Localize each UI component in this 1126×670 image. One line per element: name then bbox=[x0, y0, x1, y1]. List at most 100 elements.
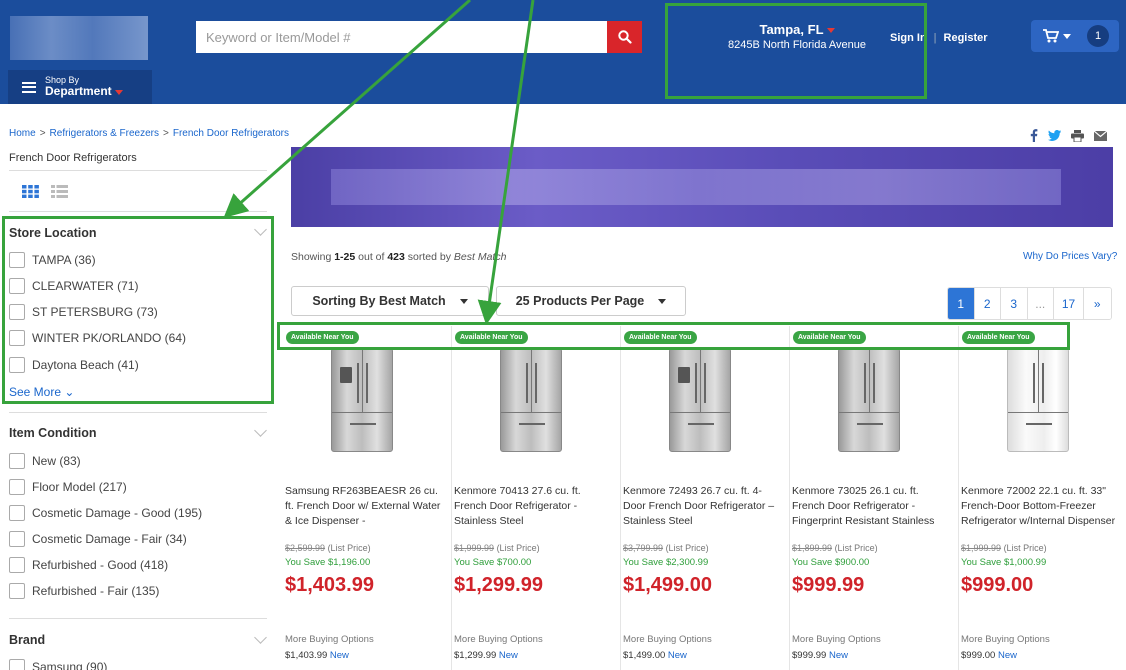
checkbox[interactable] bbox=[9, 505, 25, 521]
list-price: $1,999.99 (List Price) bbox=[961, 543, 1047, 553]
filter-option-label: Samsung (90) bbox=[32, 660, 108, 670]
new-price-option: $999.00 New bbox=[961, 650, 1017, 661]
filter-option[interactable]: New (83) bbox=[9, 453, 81, 469]
facet-brand-title[interactable]: Brand bbox=[9, 633, 45, 647]
product-name[interactable]: Samsung RF263BEAESR 26 cu. ft. French Do… bbox=[285, 484, 445, 529]
product-card[interactable]: Available Near You Kenmore 73025 26.1 cu… bbox=[790, 326, 959, 670]
menu-icon bbox=[22, 81, 36, 93]
new-price-option: $1,499.00 New bbox=[623, 650, 687, 661]
filter-option-label: Cosmetic Damage - Good (195) bbox=[32, 506, 203, 520]
shop-by-department-button[interactable]: Shop By Department bbox=[8, 70, 152, 104]
filter-option[interactable]: Cosmetic Damage - Fair (34) bbox=[9, 531, 187, 547]
filter-option-label: Refurbished - Fair (135) bbox=[32, 584, 160, 598]
next-page-button[interactable]: » bbox=[1084, 288, 1111, 319]
list-price: $1,899.99 (List Price) bbox=[792, 543, 878, 553]
filter-option[interactable]: Cosmetic Damage - Good (195) bbox=[9, 505, 202, 521]
product-image[interactable] bbox=[838, 348, 900, 452]
filter-option-label: Cosmetic Damage - Fair (34) bbox=[32, 532, 187, 546]
search-button[interactable] bbox=[607, 21, 642, 53]
chevron-down-icon[interactable] bbox=[254, 631, 267, 644]
product-image[interactable] bbox=[500, 348, 562, 452]
new-condition-link[interactable]: New bbox=[829, 650, 848, 661]
per-page-label: 25 Products Per Page bbox=[515, 294, 645, 308]
dept-label: Department bbox=[45, 84, 112, 99]
filter-option[interactable]: Refurbished - Good (418) bbox=[9, 557, 168, 573]
checkbox[interactable] bbox=[9, 583, 25, 599]
new-condition-link[interactable]: New bbox=[330, 650, 349, 661]
page-2[interactable]: 2 bbox=[974, 288, 1001, 319]
filter-option-label: Refurbished - Good (418) bbox=[32, 558, 169, 572]
site-header: Tampa, FL 8245B North Florida Avenue Sig… bbox=[0, 0, 1126, 104]
product-image[interactable] bbox=[331, 348, 393, 452]
results-total: 423 bbox=[387, 251, 405, 263]
new-condition-link[interactable]: New bbox=[998, 650, 1017, 661]
checkbox[interactable] bbox=[9, 479, 25, 495]
breadcrumb-french-door[interactable]: French Door Refrigerators bbox=[173, 128, 289, 139]
chevron-down-icon[interactable] bbox=[254, 424, 267, 437]
sort-dropdown[interactable]: Sorting By Best Match bbox=[291, 286, 489, 316]
highlight-store-location-facet bbox=[2, 216, 274, 404]
filter-option[interactable]: Floor Model (217) bbox=[9, 479, 127, 495]
product-name[interactable]: Kenmore 72493 26.7 cu. ft. 4-Door French… bbox=[623, 484, 783, 529]
facet-item-condition-title[interactable]: Item Condition bbox=[9, 426, 97, 440]
highlight-availability-badges bbox=[277, 322, 1070, 350]
cart-caret-icon bbox=[1063, 33, 1071, 39]
list-price: $3,799.99 (List Price) bbox=[623, 543, 709, 553]
product-image[interactable] bbox=[1007, 348, 1069, 452]
checkbox[interactable] bbox=[9, 659, 25, 670]
list-view-icon[interactable] bbox=[51, 185, 68, 198]
breadcrumb-home[interactable]: Home bbox=[9, 128, 36, 139]
checkbox[interactable] bbox=[9, 531, 25, 547]
grid-view-icon[interactable] bbox=[22, 185, 39, 198]
results-range: 1-25 bbox=[334, 251, 356, 263]
product-card[interactable]: Available Near You Kenmore 72002 22.1 cu… bbox=[959, 326, 1126, 670]
page-17[interactable]: 17 bbox=[1054, 288, 1084, 319]
sort-dropdown-label: Sorting By Best Match bbox=[312, 294, 446, 308]
new-condition-link[interactable]: New bbox=[668, 650, 687, 661]
cart-button[interactable]: 1 bbox=[1031, 20, 1119, 52]
highlight-store-selector bbox=[665, 3, 927, 99]
new-condition-link[interactable]: New bbox=[499, 650, 518, 661]
product-name[interactable]: Kenmore 73025 26.1 cu. ft. French Door R… bbox=[792, 484, 952, 529]
breadcrumb-separator: > bbox=[163, 128, 169, 139]
savings-text: You Save $1,196.00 bbox=[285, 557, 371, 568]
page-1[interactable]: 1 bbox=[948, 288, 975, 319]
promo-banner[interactable] bbox=[291, 147, 1113, 227]
search-bar bbox=[196, 21, 642, 53]
product-name[interactable]: Kenmore 70413 27.6 cu. ft. French Door R… bbox=[454, 484, 614, 529]
per-page-dropdown[interactable]: 25 Products Per Page bbox=[496, 286, 686, 316]
new-price-option: $999.99 New bbox=[792, 650, 848, 661]
new-price-option: $1,299.99 New bbox=[454, 650, 518, 661]
sale-price: $999.99 bbox=[792, 574, 865, 596]
filter-option[interactable]: Samsung (90) bbox=[9, 659, 107, 670]
breadcrumb: Home > Refrigerators & Freezers > French… bbox=[9, 128, 289, 139]
checkbox[interactable] bbox=[9, 453, 25, 469]
more-buying-options: More Buying Options bbox=[454, 634, 543, 645]
twitter-icon[interactable] bbox=[1048, 130, 1061, 141]
more-buying-options: More Buying Options bbox=[285, 634, 374, 645]
caret-down-icon bbox=[658, 298, 667, 304]
savings-text: You Save $2,300.99 bbox=[623, 557, 709, 568]
product-card[interactable]: Available Near You Kenmore 70413 27.6 cu… bbox=[452, 326, 621, 670]
why-prices-vary-link[interactable]: Why Do Prices Vary? bbox=[1023, 251, 1117, 262]
pagination: 1 2 3 ... 17 » bbox=[947, 287, 1112, 320]
register-link[interactable]: Register bbox=[944, 32, 988, 44]
product-image[interactable] bbox=[669, 348, 731, 452]
site-logo[interactable] bbox=[10, 16, 148, 60]
savings-text: You Save $1,000.99 bbox=[961, 557, 1047, 568]
breadcrumb-refrigerators[interactable]: Refrigerators & Freezers bbox=[50, 128, 159, 139]
facet-divider bbox=[9, 618, 267, 619]
breadcrumb-separator: > bbox=[39, 128, 46, 139]
category-title: French Door Refrigerators bbox=[9, 152, 137, 164]
facebook-icon[interactable] bbox=[1030, 129, 1038, 142]
print-icon[interactable] bbox=[1071, 129, 1084, 142]
checkbox[interactable] bbox=[9, 557, 25, 573]
page-3[interactable]: 3 bbox=[1001, 288, 1028, 319]
email-icon[interactable] bbox=[1094, 130, 1107, 141]
product-card[interactable]: Available Near You Kenmore 72493 26.7 cu… bbox=[621, 326, 790, 670]
out-of-text: out of bbox=[358, 251, 385, 263]
product-name[interactable]: Kenmore 72002 22.1 cu. ft. 33" French-Do… bbox=[961, 484, 1121, 529]
search-input[interactable] bbox=[196, 21, 607, 53]
product-card[interactable]: Available Near You Samsung RF263BEAESR 2… bbox=[283, 326, 452, 670]
filter-option[interactable]: Refurbished - Fair (135) bbox=[9, 583, 159, 599]
